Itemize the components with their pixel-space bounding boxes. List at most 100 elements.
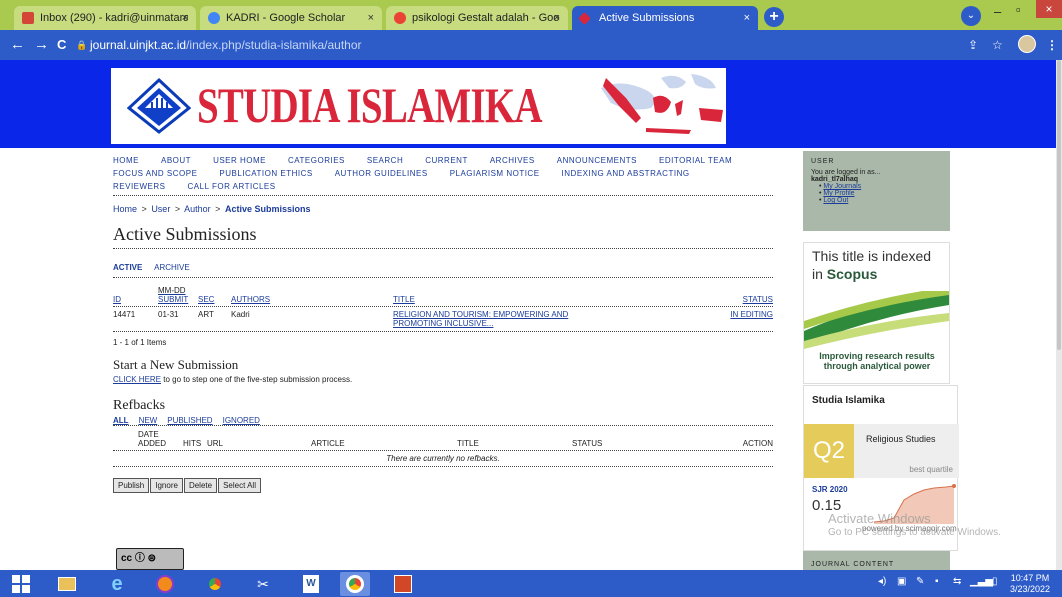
nav-call-for-articles[interactable]: CALL FOR ARTICLES	[188, 180, 276, 193]
nav-plagiarism-notice[interactable]: PLAGIARISM NOTICE	[450, 167, 540, 180]
nav-indexing[interactable]: INDEXING AND ABSTRACTING	[562, 167, 690, 180]
nav-announcements[interactable]: ANNOUNCEMENTS	[557, 154, 637, 167]
menu-icon[interactable]: ⋮	[1046, 38, 1058, 52]
col-status[interactable]: STATUS	[693, 284, 773, 306]
word-icon[interactable]: W	[296, 572, 326, 596]
nav-current[interactable]: CURRENT	[425, 154, 468, 167]
scopus-badge[interactable]: This title is indexed in Scopus Improvin…	[803, 242, 950, 384]
nav-author-guidelines[interactable]: AUTHOR GUIDELINES	[335, 167, 428, 180]
nav-home[interactable]: HOME	[113, 154, 139, 167]
no-refbacks-message: There are currently no refbacks.	[386, 454, 500, 463]
my-journals-link[interactable]: My Journals	[823, 183, 861, 190]
ignore-button[interactable]: Ignore	[150, 478, 183, 493]
submissions-table: ID MM-DD SUBMIT SEC AUTHORS TITLE STATUS…	[113, 284, 773, 331]
reload-button[interactable]: C	[57, 37, 66, 52]
journal-logo-icon	[127, 77, 191, 134]
col-submit[interactable]: MM-DD SUBMIT	[158, 284, 198, 306]
nav-editorial-team[interactable]: EDITORIAL TEAM	[659, 154, 732, 167]
signal-icon[interactable]: ▁▃▅	[970, 576, 993, 587]
snipping-tool-icon[interactable]: ✂	[248, 572, 278, 596]
forward-button[interactable]: →	[34, 36, 49, 53]
filter-ignored[interactable]: IGNORED	[223, 416, 260, 425]
filter-all[interactable]: ALL	[113, 416, 129, 425]
tray-app-icon[interactable]: ▪	[935, 576, 939, 587]
close-icon[interactable]: ×	[182, 12, 188, 24]
nav-about[interactable]: ABOUT	[161, 154, 191, 167]
share-icon[interactable]: ⇪	[968, 38, 978, 52]
nav-user-home[interactable]: USER HOME	[213, 154, 266, 167]
breadcrumb-separator: >	[141, 204, 147, 214]
internet-explorer-icon[interactable]: e	[102, 572, 132, 596]
profile-avatar[interactable]	[1018, 35, 1036, 53]
volume-icon[interactable]: ◂)	[878, 576, 886, 587]
cell-date: 01-31	[158, 310, 179, 319]
banner-logo-panel: STUDIA ISLAMIKA	[111, 68, 726, 144]
cell-status[interactable]: IN EDITING	[693, 307, 773, 331]
nav-search[interactable]: SEARCH	[367, 154, 403, 167]
col-authors[interactable]: AUTHORS	[231, 284, 393, 306]
col-id[interactable]: ID	[113, 284, 158, 306]
tab-search-icon[interactable]: ⌄	[961, 6, 981, 26]
nav-archives[interactable]: ARCHIVES	[490, 154, 535, 167]
chrome-icon[interactable]	[200, 572, 230, 596]
col-sec[interactable]: SEC	[198, 284, 231, 306]
back-button[interactable]: ←	[10, 36, 25, 53]
breadcrumb-separator: >	[174, 204, 181, 214]
breadcrumb-current[interactable]: Active Submissions	[225, 204, 311, 214]
tab-active[interactable]: ACTIVE	[113, 263, 142, 272]
creative-commons-icon[interactable]: cc ⓘ ⊜	[116, 548, 184, 570]
cell-title[interactable]: RELIGION AND TOURISM: EMPOWERING AND PROM…	[393, 307, 693, 331]
battery-icon[interactable]: ▯	[992, 576, 998, 587]
tab-google-scholar[interactable]: KADRI - Google Scholar ×	[200, 6, 382, 30]
maximize-button[interactable]: ▫	[1016, 2, 1021, 17]
tray-app-icon[interactable]: ▣	[897, 576, 906, 587]
network-icon[interactable]: ⇆	[953, 576, 961, 587]
url-field[interactable]: journal.uinjkt.ac.id/index.php/studia-is…	[90, 38, 362, 52]
star-icon[interactable]: ☆	[992, 38, 1003, 52]
my-profile-link[interactable]: My Profile	[823, 190, 854, 197]
close-icon[interactable]: ×	[744, 12, 750, 24]
windows-start-icon[interactable]	[6, 572, 36, 596]
firefox-icon[interactable]	[150, 572, 180, 596]
delete-button[interactable]: Delete	[183, 478, 218, 493]
breadcrumb-author[interactable]: Author	[184, 204, 211, 214]
new-tab-button[interactable]: +	[764, 7, 784, 27]
tray-app-icon[interactable]: ✎	[916, 576, 924, 587]
breadcrumb-separator: >	[215, 204, 221, 214]
filter-published[interactable]: PUBLISHED	[167, 416, 212, 425]
nav-reviewers[interactable]: REVIEWERS	[113, 180, 166, 193]
scrollbar-thumb[interactable]	[1057, 60, 1061, 350]
tab-google-search[interactable]: psikologi Gestalt adalah - Google ×	[386, 6, 568, 30]
breadcrumb-user[interactable]: User	[151, 204, 170, 214]
col-title[interactable]: TITLE	[393, 284, 693, 306]
chrome-active-icon[interactable]	[340, 572, 370, 596]
click-here-link[interactable]: CLICK HERE	[113, 375, 161, 384]
cell-sec: ART	[198, 310, 214, 319]
divider	[113, 331, 773, 332]
status-link[interactable]: IN EDITING	[730, 310, 773, 319]
log-out-link[interactable]: Log Out	[823, 197, 848, 204]
nav-focus-and-scope[interactable]: FOCUS AND SCOPE	[113, 167, 197, 180]
breadcrumb-home[interactable]: Home	[113, 204, 137, 214]
publish-button[interactable]: Publish	[113, 478, 150, 493]
file-explorer-icon[interactable]	[52, 572, 82, 596]
select-all-button[interactable]: Select All	[218, 478, 261, 493]
col-date: DATE	[138, 430, 159, 439]
nav-publication-ethics[interactable]: PUBLICATION ETHICS	[219, 167, 312, 180]
tab-archive[interactable]: ARCHIVE	[154, 263, 190, 272]
presentation-app-icon[interactable]	[388, 572, 418, 596]
close-icon[interactable]: ×	[554, 12, 560, 24]
tab-active-submissions[interactable]: Active Submissions ×	[572, 6, 758, 30]
submission-title-link[interactable]: RELIGION AND TOURISM: EMPOWERING AND PROM…	[393, 310, 568, 328]
window-close-button[interactable]: ×	[1036, 0, 1062, 18]
tab-label: psikologi Gestalt adalah - Google	[412, 12, 560, 24]
minimize-button[interactable]: –	[994, 4, 1001, 19]
taskbar-clock[interactable]: 10:47 PM 3/23/2022	[1010, 573, 1050, 595]
nav-categories[interactable]: CATEGORIES	[288, 154, 345, 167]
new-submission-description: to go to step one of the five-step submi…	[161, 375, 353, 384]
scopus-tagline-1: Improving research results	[819, 351, 935, 361]
filter-new[interactable]: NEW	[139, 416, 158, 425]
close-icon[interactable]: ×	[368, 12, 374, 24]
tab-gmail[interactable]: Inbox (290) - kadri@uinmataram. ×	[14, 6, 196, 30]
lock-icon[interactable]: 🔒	[76, 40, 87, 51]
